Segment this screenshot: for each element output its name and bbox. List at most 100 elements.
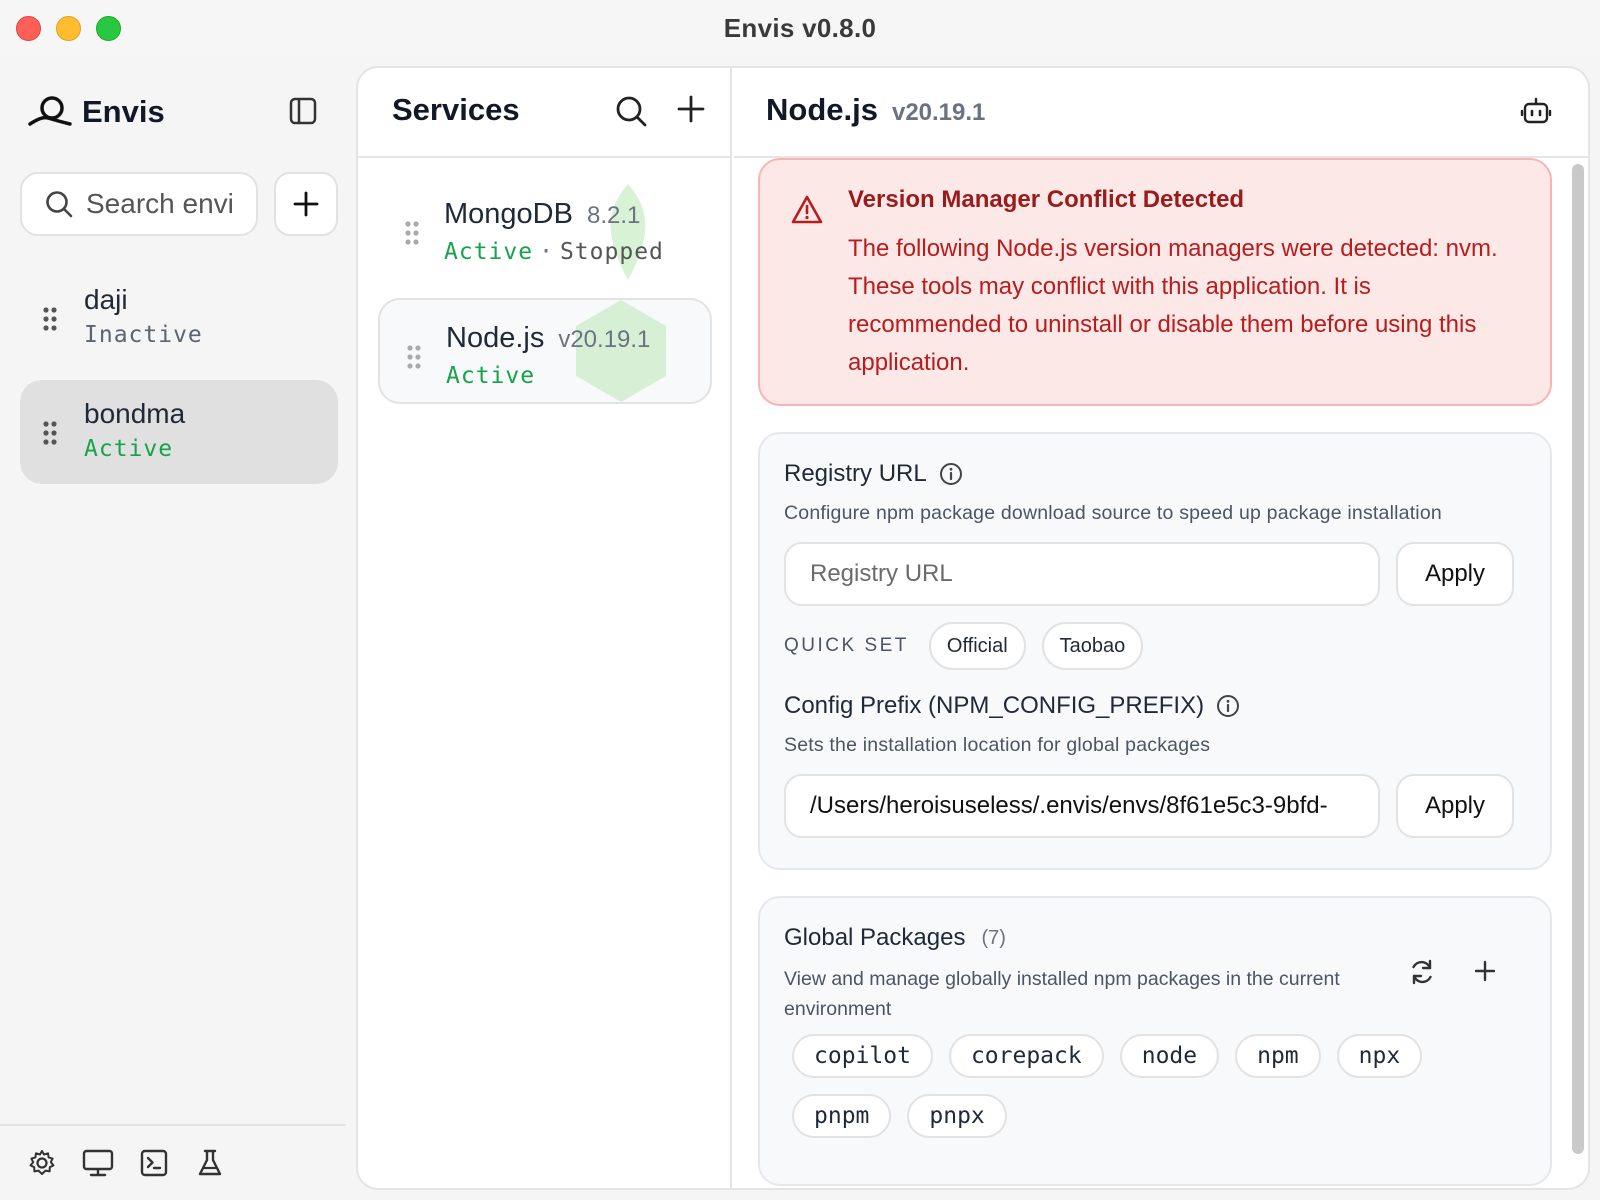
monitor-icon xyxy=(82,1149,114,1177)
flask-icon xyxy=(198,1149,222,1176)
zoom-window-button[interactable] xyxy=(96,16,121,41)
service-version: 8.2.1 xyxy=(586,202,641,229)
global-packages-card: Global Packages (7) View and manage glob… xyxy=(758,896,1552,1186)
search-icon xyxy=(616,96,647,127)
service-name: MongoDB xyxy=(444,198,573,230)
npm-config-card: Registry URL Configure npm package downl… xyxy=(758,432,1552,870)
quick-set-label: QUICK SET xyxy=(784,635,909,656)
detail-title: Node.js v20.19.1 xyxy=(766,92,985,128)
apply-registry-button[interactable]: Apply xyxy=(1396,542,1514,606)
title-bar: Envis v0.8.0 xyxy=(0,0,1600,56)
registry-url-input[interactable] xyxy=(784,542,1380,606)
gear-icon xyxy=(29,1150,55,1175)
drag-handle-icon[interactable] xyxy=(406,344,422,370)
add-environment-button[interactable] xyxy=(274,172,338,236)
config-prefix-description: Sets the installation location for globa… xyxy=(784,734,1211,756)
window-title: Envis v0.8.0 xyxy=(723,12,877,43)
robot-icon xyxy=(1520,97,1552,124)
package-tag[interactable]: corepack xyxy=(948,1034,1104,1078)
warning-triangle-icon xyxy=(791,195,823,224)
environment-item-daji[interactable]: daji Inactive xyxy=(20,266,338,370)
registry-url-description: Configure npm package download source to… xyxy=(784,502,1442,524)
lab-button[interactable] xyxy=(194,1147,226,1179)
mongodb-leaf-icon xyxy=(610,184,646,280)
ai-assistant-button[interactable] xyxy=(1520,96,1556,132)
brand-name: Envis xyxy=(82,94,165,129)
alert-title: Version Manager Conflict Detected xyxy=(848,186,1245,213)
minimize-window-button[interactable] xyxy=(56,16,81,41)
service-name: Node.js xyxy=(446,322,545,354)
environment-item-bondma[interactable]: bondma Active xyxy=(20,380,338,484)
service-item-mongodb[interactable]: MongoDB 8.2.1 Active · Stopped xyxy=(378,176,712,282)
sidebar-footer xyxy=(0,1124,346,1200)
service-status: Active xyxy=(444,239,534,265)
add-service-button[interactable] xyxy=(676,94,714,132)
service-run-state: Stopped xyxy=(559,239,664,265)
quick-set-official[interactable]: Official xyxy=(928,622,1026,670)
environment-name: daji xyxy=(84,284,128,315)
brand: Envis xyxy=(28,94,165,130)
sidebar: Envis daji Inactive xyxy=(0,56,346,1200)
package-list: copilot corepack node npm npx pnpm pnpx xyxy=(792,1034,1492,1138)
global-packages-description: View and manage globally installed npm p… xyxy=(784,968,1340,1020)
environment-search[interactable] xyxy=(20,172,258,236)
refresh-packages-button[interactable] xyxy=(1408,958,1440,990)
quick-set: QUICK SET Official Taobao xyxy=(784,622,1144,670)
environment-search-input[interactable] xyxy=(86,188,236,220)
service-version: v20.19.1 xyxy=(558,326,651,353)
quick-set-taobao[interactable]: Taobao xyxy=(1041,622,1144,670)
service-detail-panel: Node.js v20.19.1 Version Manager Conflic… xyxy=(734,68,1588,1188)
terminal-icon xyxy=(140,1149,168,1177)
services-header: Services xyxy=(358,68,730,158)
window-controls xyxy=(16,16,121,41)
services-panel: Services MongoDB 8.2.1 Active · Stopped … xyxy=(358,68,732,1188)
global-packages-header: Global Packages (7) xyxy=(784,924,1006,952)
package-tag[interactable]: copilot xyxy=(792,1034,933,1078)
plus-icon xyxy=(1474,960,1496,982)
sidebar-toggle-icon xyxy=(289,97,317,125)
drag-handle-icon[interactable] xyxy=(42,420,58,446)
envis-logo-icon xyxy=(28,96,72,126)
environment-status: Inactive xyxy=(84,322,203,348)
config-prefix-label-text: Config Prefix (NPM_CONFIG_PREFIX) xyxy=(784,692,1205,719)
service-item-nodejs[interactable]: Node.js v20.19.1 Active xyxy=(378,298,712,404)
detail-service-version: v20.19.1 xyxy=(891,99,986,126)
info-icon[interactable] xyxy=(939,462,963,486)
alert-message: The following Node.js version managers w… xyxy=(848,235,1498,376)
plus-icon xyxy=(677,95,705,123)
package-tag[interactable]: pnpx xyxy=(907,1094,1007,1138)
status-separator: · xyxy=(539,239,554,265)
sidebar-toggle-button[interactable] xyxy=(288,96,320,128)
services-title: Services xyxy=(392,92,520,127)
apply-prefix-button[interactable]: Apply xyxy=(1396,774,1514,838)
settings-button[interactable] xyxy=(26,1147,58,1179)
service-status: Active xyxy=(446,363,536,389)
detail-header: Node.js v20.19.1 xyxy=(734,68,1588,158)
search-icon xyxy=(46,191,73,218)
drag-handle-icon[interactable] xyxy=(42,306,58,332)
scrollbar[interactable] xyxy=(1572,164,1584,1154)
global-packages-count: (7) xyxy=(981,926,1006,949)
package-tag[interactable]: pnpm xyxy=(792,1094,892,1138)
search-services-button[interactable] xyxy=(614,94,652,132)
info-icon[interactable] xyxy=(1216,694,1240,718)
registry-url-label-text: Registry URL xyxy=(784,460,927,487)
detail-service-name: Node.js xyxy=(766,92,878,127)
environment-status: Active xyxy=(84,436,174,462)
conflict-alert: Version Manager Conflict Detected The fo… xyxy=(758,158,1552,406)
terminal-button[interactable] xyxy=(138,1147,170,1179)
main-panel: Services MongoDB 8.2.1 Active · Stopped … xyxy=(356,66,1590,1190)
global-packages-title: Global Packages xyxy=(784,924,966,951)
package-tag[interactable]: npx xyxy=(1336,1034,1423,1078)
display-button[interactable] xyxy=(82,1147,114,1179)
package-tag[interactable]: node xyxy=(1119,1034,1220,1078)
plus-icon xyxy=(293,191,319,217)
environment-name: bondma xyxy=(84,398,186,429)
package-tag[interactable]: npm xyxy=(1235,1034,1321,1078)
config-prefix-input[interactable] xyxy=(784,774,1380,838)
add-package-button[interactable] xyxy=(1472,958,1504,990)
close-window-button[interactable] xyxy=(16,16,41,41)
registry-url-label: Registry URL xyxy=(784,460,963,488)
drag-handle-icon[interactable] xyxy=(404,220,420,246)
config-prefix-label: Config Prefix (NPM_CONFIG_PREFIX) xyxy=(784,692,1240,720)
